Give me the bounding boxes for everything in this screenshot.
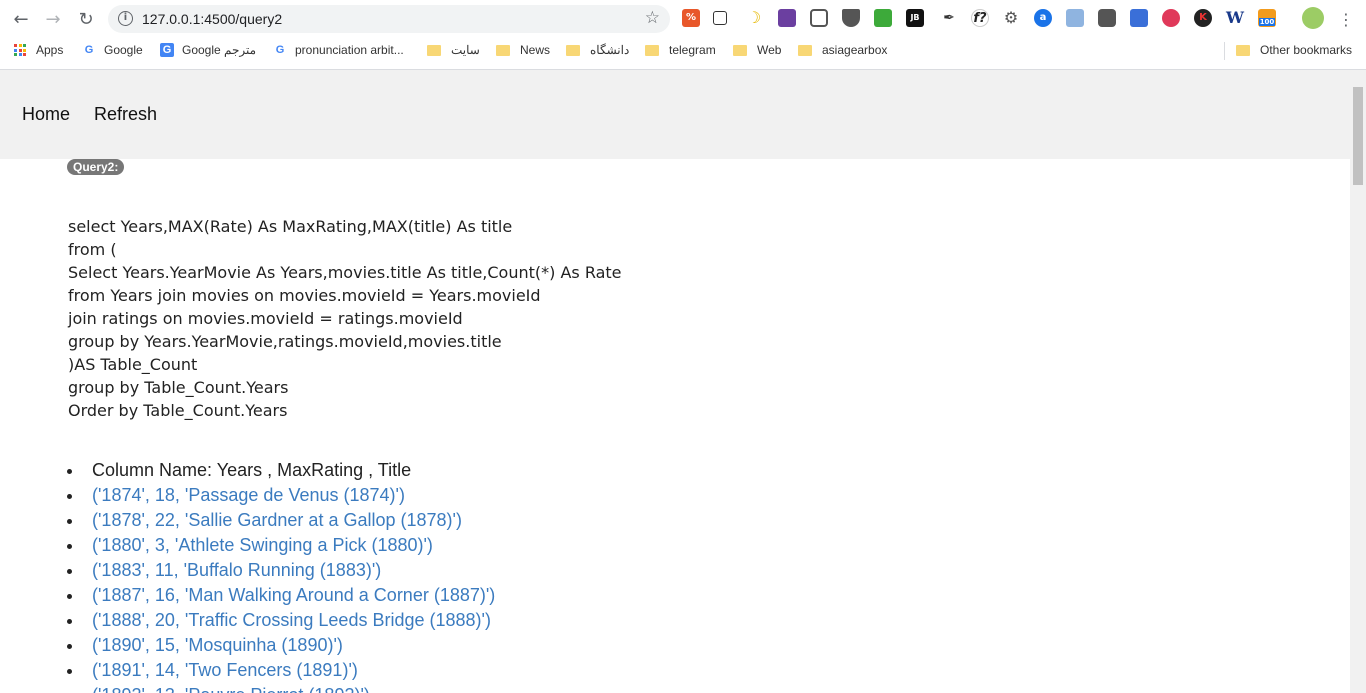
bookmark-star-icon[interactable]: ☆ [645,8,660,28]
back-arrow-icon[interactable]: ← [10,8,32,30]
bookmark-other[interactable]: Other bookmarks [1236,43,1352,57]
results-list: Column Name: Years , MaxRating , Title (… [66,458,495,693]
forward-arrow-icon[interactable]: → [42,8,64,30]
bookmark-pronunciation[interactable]: Gpronunciation arbit... [273,43,404,57]
result-row[interactable]: ('1878', 22, 'Sallie Gardner at a Gallop… [66,508,495,533]
url-text[interactable]: 127.0.0.1:4500/query2 [142,11,282,27]
result-row[interactable]: ('1887', 16, 'Man Walking Around a Corne… [66,583,495,608]
folder-icon [1236,44,1250,56]
bookmark-google[interactable]: G Google [82,43,143,57]
query-line: select Years,MAX(Rate) As MaxRating,MAX(… [68,217,513,236]
nav-home-link[interactable]: Home [22,104,70,125]
query-line: Select Years.YearMovie As Years,movies.t… [68,263,622,282]
extension-window-icon[interactable] [1066,9,1084,27]
query-badge: Query2: [67,159,125,175]
query-line: )AS Table_Count [68,355,198,374]
query-line: group by Table_Count.Years [68,378,289,397]
result-row[interactable]: ('1880', 3, 'Athlete Swinging a Pick (18… [66,533,495,558]
bookmark-apps[interactable]: Apps [14,43,63,57]
folder-icon [496,44,510,56]
browser-toolbar: ← → ↻ i 127.0.0.1:4500/query2 ☆ % ☽ JB ✒… [0,0,1366,38]
extension-a-icon[interactable]: a [1034,9,1052,27]
extension-rss-icon[interactable]: 100 [1258,9,1276,27]
result-row[interactable]: ('1892', 13, 'Pauvre Pierrot (1892)') [92,683,495,693]
profile-avatar[interactable] [1302,7,1324,29]
extension-pin-icon[interactable] [1098,9,1116,27]
extension-pocket-icon[interactable] [810,9,828,27]
extension-printer-icon[interactable] [874,9,892,27]
scrollbar-thumb[interactable] [1353,87,1363,185]
query-line: join ratings on movies.movieId = ratings… [68,309,463,328]
bookmark-google-translate[interactable]: G Google مترجم [160,43,256,57]
query-line: Order by Table_Count.Years [68,401,288,420]
bookmark-folder-telegram[interactable]: telegram [645,43,716,57]
extension-shield-icon[interactable] [842,9,860,27]
bookmark-folder-university[interactable]: دانشگاه [566,43,629,57]
google-icon: G [275,44,285,56]
top-navbar: Home Refresh [0,70,1350,159]
bookmark-folder-news[interactable]: News [496,43,550,57]
nav-refresh-link[interactable]: Refresh [94,104,157,125]
result-row[interactable]: ('1890', 15, 'Mosquinha (1890)') [66,633,495,658]
query-line: from ( [68,240,117,259]
folder-icon [645,44,659,56]
result-row[interactable]: ('1888', 20, 'Traffic Crossing Leeds Bri… [66,608,495,633]
reload-icon[interactable]: ↻ [75,8,97,30]
folder-icon [427,44,441,56]
extension-copy-icon[interactable] [713,11,727,25]
result-row[interactable]: ('1883', 11, 'Buffalo Running (1883)') [66,558,495,583]
extension-w-icon[interactable]: W [1226,9,1244,27]
query-line: group by Years.YearMovie,ratings.movieId… [68,332,502,351]
query-line: from Years join movies on movies.movieId… [68,286,541,305]
result-row[interactable]: ('1874', 18, 'Passage de Venus (1874)') [66,483,495,508]
extension-percent-icon[interactable]: % [682,9,700,27]
folder-icon [733,44,747,56]
extension-gear-icon[interactable]: ⚙ [1002,9,1020,27]
translate-icon: G [160,43,174,57]
apps-grid-icon [14,44,26,56]
folder-icon [798,44,812,56]
page-content: Home Refresh Query2: select Years,MAX(Ra… [0,70,1350,693]
menu-icon[interactable]: ⋮ [1335,8,1357,30]
extension-moon-icon[interactable]: ☽ [745,9,763,27]
result-row[interactable]: ('1891', 14, 'Two Fencers (1891)') [66,658,495,683]
google-icon: G [84,44,94,56]
extension-cube-icon[interactable] [778,9,796,27]
extension-jb-icon[interactable]: JB [906,9,924,27]
folder-icon [566,44,580,56]
extension-tab-icon[interactable] [1130,9,1148,27]
extension-formula-icon[interactable]: f? [971,9,989,27]
rss-count: 100 [1258,18,1276,26]
browser-chrome: ← → ↻ i 127.0.0.1:4500/query2 ☆ % ☽ JB ✒… [0,0,1366,70]
query-text: select Years,MAX(Rate) As MaxRating,MAX(… [68,215,622,422]
extension-k-icon[interactable]: K [1194,9,1212,27]
results-header: Column Name: Years , MaxRating , Title [66,458,495,483]
info-icon[interactable]: i [118,11,133,26]
bookmark-folder-asiagearbox[interactable]: asiagearbox [798,43,887,57]
bookmarks-bar: Apps G Google G Google مترجم Gpronunciatio… [0,40,1366,62]
address-bar[interactable]: i 127.0.0.1:4500/query2 ☆ [108,5,670,33]
bookmarks-divider [1224,42,1225,60]
extension-eyedropper-icon[interactable]: ✒ [940,9,958,27]
bookmark-folder-web[interactable]: Web [733,43,781,57]
bookmark-folder-site[interactable]: سایت [427,43,480,57]
extension-lips-icon[interactable] [1162,9,1180,27]
vertical-scrollbar[interactable] [1350,70,1366,693]
